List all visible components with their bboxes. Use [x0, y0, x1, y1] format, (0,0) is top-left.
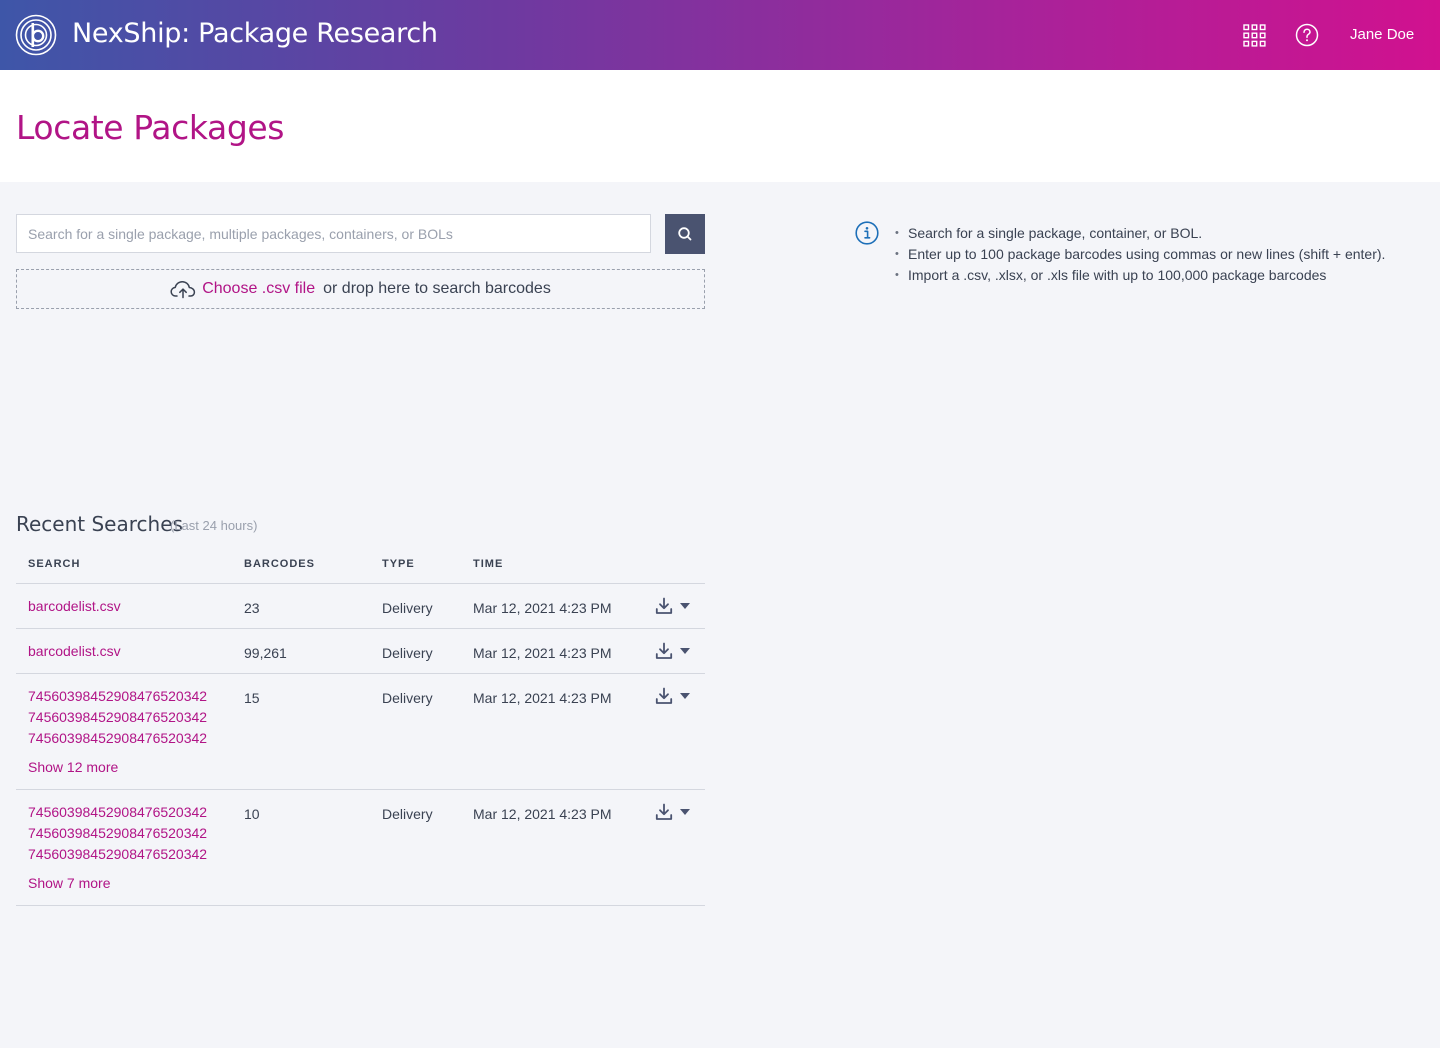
search-icon [678, 227, 692, 241]
download-menu[interactable] [655, 803, 690, 821]
search-link[interactable]: 74560398452908476520342 [28, 802, 207, 823]
search-link[interactable]: 74560398452908476520342 [28, 823, 207, 844]
recent-searches-subheading: (Last 24 hours) [170, 518, 258, 533]
cloud-upload-icon [170, 280, 196, 299]
column-header-search[interactable]: SEARCH [28, 558, 80, 570]
download-icon [655, 642, 673, 659]
type-cell: Delivery [382, 690, 433, 706]
time-cell: Mar 12, 2021 4:23 PM [473, 645, 612, 661]
time-cell: Mar 12, 2021 4:23 PM [473, 690, 612, 706]
app-grid-icon[interactable] [1243, 24, 1266, 47]
search-button[interactable] [665, 214, 705, 254]
table-row: 74560398452908476520342 7456039845290847… [16, 790, 705, 906]
search-cell: barcodelist.csv [28, 596, 121, 617]
search-cell: 745603984529084765203​42 745603984529084… [28, 686, 207, 778]
csv-dropzone[interactable]: Choose .csv file or drop here to search … [16, 269, 705, 309]
app-title: NexShip: Package Research [72, 18, 438, 49]
column-header-time[interactable]: TIME [473, 558, 503, 570]
choose-file-link[interactable]: Choose .csv file [202, 280, 315, 298]
caret-down-icon [680, 693, 690, 699]
top-bar: NexShip: Package Research Jane Doe [0, 0, 1440, 70]
download-icon [655, 687, 673, 704]
search-link[interactable]: barcodelist.csv [28, 596, 121, 617]
show-more-link[interactable]: Show 7 more [28, 873, 207, 894]
info-icon [855, 221, 879, 245]
barcodes-cell: 15 [244, 690, 260, 706]
caret-down-icon [680, 809, 690, 815]
help-item: Enter up to 100 package barcodes using c… [895, 244, 1435, 265]
type-cell: Delivery [382, 645, 433, 661]
type-cell: Delivery [382, 806, 433, 822]
barcodes-cell: 99,261 [244, 645, 287, 661]
search-cell: barcodelist.csv [28, 641, 121, 662]
help-circle-icon[interactable] [1295, 23, 1319, 47]
help-item: Import a .csv, .xlsx, or .xls file with … [895, 265, 1435, 286]
barcodes-cell: 10 [244, 806, 260, 822]
time-cell: Mar 12, 2021 4:23 PM [473, 600, 612, 616]
search-cell: 74560398452908476520342 7456039845290847… [28, 802, 207, 894]
search-link[interactable]: 74560398452908476520342 [28, 707, 207, 728]
barcodes-cell: 23 [244, 600, 260, 616]
brand-logo-icon[interactable] [15, 14, 57, 56]
table-row: barcodelist.csv 99,261 Delivery Mar 12, … [16, 629, 705, 674]
column-header-barcodes[interactable]: BARCODES [244, 558, 315, 570]
help-item: Search for a single package, container, … [895, 223, 1435, 244]
table-row: barcodelist.csv 23 Delivery Mar 12, 2021… [16, 584, 705, 629]
page-title: Locate Packages [16, 108, 285, 147]
column-header-type[interactable]: TYPE [382, 558, 415, 570]
caret-down-icon [680, 648, 690, 654]
user-menu[interactable]: Jane Doe [1350, 26, 1414, 43]
show-more-link[interactable]: Show 12 more [28, 757, 207, 778]
download-menu[interactable] [655, 597, 690, 615]
caret-down-icon [680, 603, 690, 609]
dropzone-text: or drop here to search barcodes [323, 280, 551, 297]
table-header: SEARCH BARCODES TYPE TIME [16, 546, 705, 584]
recent-searches-table: SEARCH BARCODES TYPE TIME barcodelist.cs… [16, 546, 705, 906]
search-link[interactable]: 745603984529084765203​42 [28, 686, 207, 707]
table-row: 745603984529084765203​42 745603984529084… [16, 674, 705, 790]
search-link[interactable]: barcodelist.csv [28, 641, 121, 662]
search-input[interactable] [16, 214, 651, 253]
type-cell: Delivery [382, 600, 433, 616]
download-icon [655, 597, 673, 614]
download-menu[interactable] [655, 642, 690, 660]
download-icon [655, 803, 673, 820]
search-link[interactable]: 74560398452908476520342 [28, 844, 207, 865]
recent-searches-heading: Recent Searches [16, 512, 183, 536]
search-link[interactable]: 74560398452908476520342 [28, 728, 207, 749]
help-list: Search for a single package, container, … [895, 223, 1435, 286]
time-cell: Mar 12, 2021 4:23 PM [473, 806, 612, 822]
title-band: Locate Packages [0, 70, 1440, 182]
download-menu[interactable] [655, 687, 690, 705]
